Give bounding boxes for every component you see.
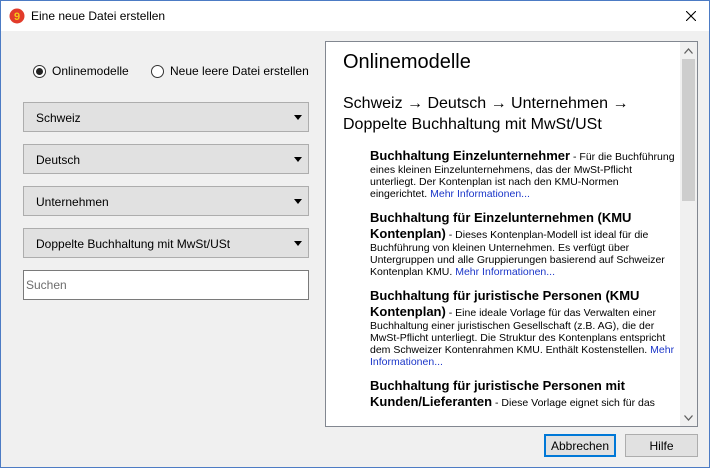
- more-info-link[interactable]: Mehr Informationen...: [455, 266, 555, 278]
- type-select-value: Doppelte Buchhaltung mit MwSt/USt: [36, 237, 231, 251]
- dropdown-arrow-icon: [294, 157, 302, 162]
- dropdown-arrow-icon: [294, 241, 302, 246]
- more-info-link[interactable]: Mehr Informationen...: [430, 188, 530, 200]
- panel-title: Onlinemodelle: [343, 51, 471, 73]
- title-bar: 9 Eine neue Datei erstellen: [1, 1, 709, 31]
- dropdown-arrow-icon: [294, 115, 302, 120]
- scroll-thumb[interactable]: [682, 59, 695, 201]
- vertical-scrollbar[interactable]: [680, 42, 697, 426]
- template-entry[interactable]: Buchhaltung für juristische Personen mit…: [370, 378, 676, 410]
- template-entry[interactable]: Buchhaltung Einzelunternehmer - Für die …: [370, 148, 676, 200]
- type-select[interactable]: Doppelte Buchhaltung mit MwSt/USt: [23, 228, 309, 258]
- template-entry-description: - Diese Vorlage eignet sich für das: [492, 397, 655, 409]
- search-input[interactable]: [24, 271, 308, 299]
- svg-text:9: 9: [14, 11, 20, 23]
- radio-new-empty-file-label: Neue leere Datei erstellen: [170, 64, 309, 78]
- radio-new-empty-file[interactable]: Neue leere Datei erstellen: [151, 64, 309, 78]
- help-button[interactable]: Hilfe: [625, 434, 698, 457]
- country-select-value: Schweiz: [36, 111, 81, 125]
- country-select[interactable]: Schweiz: [23, 102, 309, 132]
- template-entries: Buchhaltung Einzelunternehmer - Für die …: [370, 148, 676, 420]
- template-entry[interactable]: Buchhaltung für juristische Personen (KM…: [370, 288, 676, 368]
- radio-onlinemodelle[interactable]: Onlinemodelle: [33, 64, 129, 78]
- radio-new-empty-file-indicator[interactable]: [151, 64, 164, 78]
- template-list-content: Onlinemodelle Schweiz → Deutsch → Untern…: [326, 42, 682, 426]
- banana-app-icon: 9: [9, 8, 25, 24]
- radio-onlinemodelle-indicator[interactable]: [33, 64, 46, 78]
- chevron-up-icon: [684, 47, 693, 54]
- language-select[interactable]: Deutsch: [23, 144, 309, 174]
- close-icon: [686, 11, 696, 21]
- template-entry-title[interactable]: Buchhaltung Einzelunternehmer: [370, 148, 570, 163]
- dialog-window: 9 Eine neue Datei erstellen Onlinemodell…: [0, 0, 710, 468]
- category-select-value: Unternehmen: [36, 195, 109, 209]
- dropdown-arrow-icon: [294, 199, 302, 204]
- panel-breadcrumb: Schweiz → Deutsch → Unternehmen → Doppel…: [343, 95, 629, 133]
- radio-onlinemodelle-label: Onlinemodelle: [52, 64, 129, 78]
- scroll-up-button[interactable]: [680, 42, 697, 59]
- scroll-down-button[interactable]: [680, 409, 697, 426]
- chevron-down-icon: [684, 414, 693, 421]
- close-button[interactable]: [679, 4, 703, 28]
- template-list-panel: Onlinemodelle Schweiz → Deutsch → Untern…: [325, 41, 698, 427]
- language-select-value: Deutsch: [36, 153, 81, 167]
- window-title: Eine neue Datei erstellen: [31, 9, 166, 23]
- template-entry[interactable]: Buchhaltung für Einzelunternehmen (KMU K…: [370, 210, 676, 278]
- cancel-button[interactable]: Abbrechen: [544, 434, 616, 457]
- search-box[interactable]: [23, 270, 309, 300]
- category-select[interactable]: Unternehmen: [23, 186, 309, 216]
